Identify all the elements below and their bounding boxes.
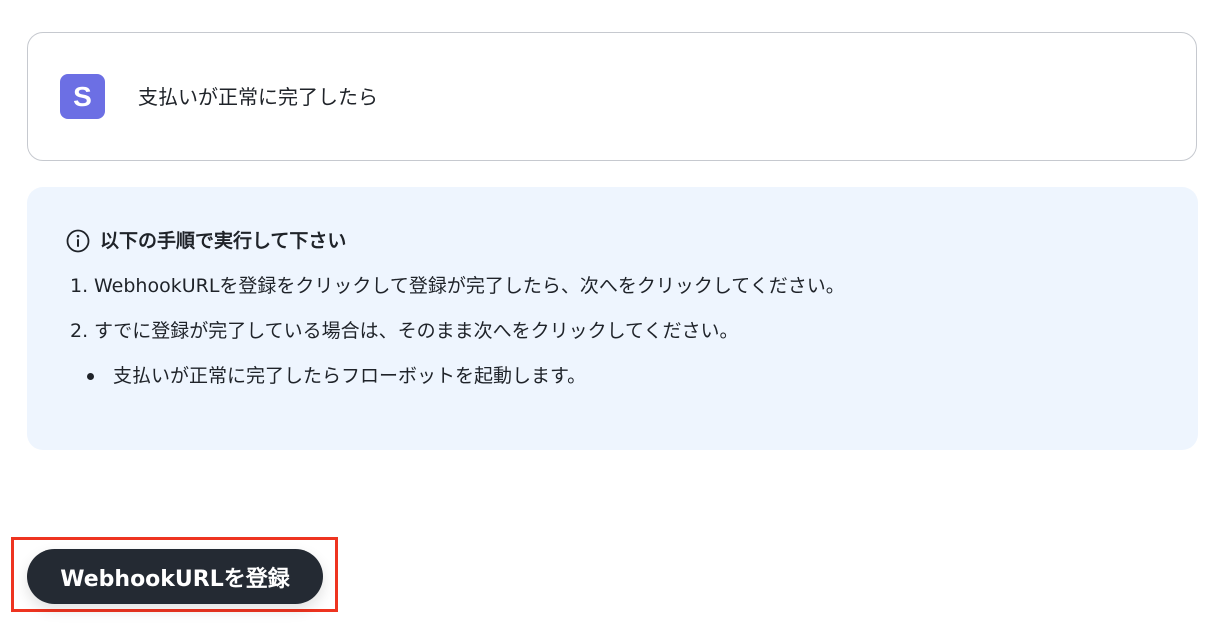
bullet-dot-icon [87,372,94,380]
instructions-box: 以下の手順で実行して下さい 1. WebhookURLを登録をクリックして登録が完… [27,187,1198,450]
register-webhook-button[interactable]: WebhookURLを登録 [27,549,323,604]
stripe-s-glyph: S [73,81,92,112]
trigger-title: 支払いが正常に完了したら [138,85,378,109]
info-icon [66,229,90,253]
step-number: 2. [70,320,89,342]
instruction-step-1: 1. WebhookURLを登録をクリックして登録が完了したら、次へをクリックして… [70,272,845,300]
instructions-heading: 以下の手順で実行して下さい [65,227,346,255]
stripe-letter: S [73,81,92,112]
instruction-bullet: 支払いが正常に完了したらフローボットを起動します。 [87,362,586,390]
page: S 支払いが正常に完了したら 以下の手順で実行して下さい 1. WebhookUR… [0,0,1216,626]
trigger-card[interactable]: S 支払いが正常に完了したら [27,32,1197,161]
bullet-text: 支払いが正常に完了したらフローボットを起動します。 [113,365,587,387]
step-text: WebhookURLを登録をクリックして登録が完了したら、次へをクリックしてくだ… [94,275,845,297]
instructions-heading-text: 以下の手順で実行して下さい [100,230,347,252]
stripe-icon: S [60,74,105,119]
step-number: 1. [70,275,89,297]
instruction-step-2: 2. すでに登録が完了している場合は、そのまま次へをクリックしてください。 [70,317,738,345]
step-text: すでに登録が完了している場合は、そのまま次へをクリックしてください。 [94,320,739,342]
